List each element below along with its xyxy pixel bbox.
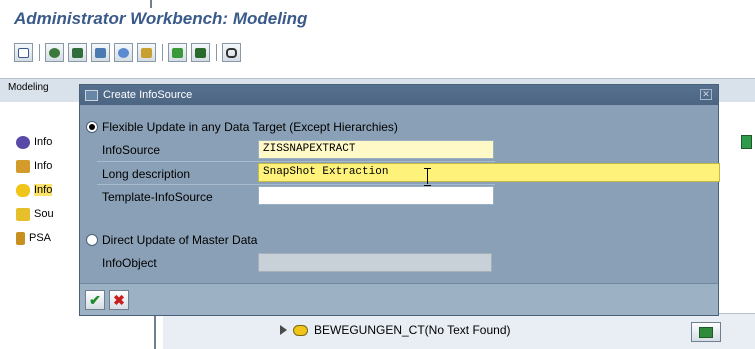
tree-item-psa[interactable]: PSA [16, 230, 51, 246]
infoobject-button[interactable] [45, 43, 64, 62]
tree-item-infoproviders[interactable]: Info [16, 158, 52, 174]
radio-label: Direct Update of Master Data [102, 233, 258, 247]
tree-item-label: PSA [29, 232, 52, 244]
tree-item-label: Info [34, 184, 53, 196]
dialog-titlebar: Create InfoSource ✕ [80, 85, 718, 105]
tab-modeling[interactable]: Modeling [8, 82, 49, 93]
window-icon [85, 89, 98, 101]
infocube-icon [16, 135, 30, 149]
ods-icon [16, 159, 30, 173]
source-system-icon [16, 207, 30, 221]
long-description-label: Long description [102, 167, 191, 181]
checkmark-icon: ✔ [89, 292, 101, 308]
workbench-toolbar [0, 38, 755, 68]
infoprovider-button[interactable] [68, 43, 87, 62]
link-button[interactable] [222, 43, 241, 62]
tree-item-infoobjects[interactable]: Info [16, 134, 52, 150]
cross-icon: ✖ [113, 292, 125, 308]
tree-icon [172, 47, 183, 58]
infoobject-field [258, 253, 492, 272]
radio-button-unselected[interactable] [86, 234, 98, 246]
create-infosource-dialog: Create InfoSource ✕ Flexible Update in a… [79, 84, 720, 316]
infosource-field[interactable]: ZISSNAPEXTRACT [258, 140, 494, 159]
infoprovider-icon [72, 47, 83, 58]
row-divider [97, 184, 495, 185]
layout-button[interactable] [691, 322, 721, 342]
monitor-button[interactable] [191, 43, 210, 62]
link-icon [226, 47, 237, 58]
template-infosource-label: Template-InfoSource [102, 190, 213, 204]
row-divider [97, 161, 495, 162]
monitor-icon [195, 47, 206, 58]
dialog-footer: ✔ ✖ [80, 283, 718, 315]
close-icon[interactable]: ✕ [700, 89, 712, 100]
toggle-tree-button[interactable] [14, 43, 33, 62]
tree-node-label: BEWEGUNGEN_CT(No Text Found) [314, 323, 511, 337]
infoobject-label: InfoObject [102, 256, 157, 270]
infosource-icon [16, 183, 30, 197]
dialog-title: Create InfoSource [103, 89, 193, 101]
psa-icon [16, 231, 25, 245]
layout-icon [699, 326, 713, 338]
infosource-icon [293, 324, 308, 336]
tree-item-label: Info [34, 136, 53, 148]
radio-direct-update[interactable]: Direct Update of Master Data [86, 233, 257, 247]
infoobject-icon [49, 47, 60, 58]
tree-item-infosources[interactable]: Info [16, 182, 53, 198]
template-infosource-field[interactable] [258, 186, 494, 205]
ods-button[interactable] [114, 43, 133, 62]
tree-item-source-systems[interactable]: Sou [16, 206, 54, 222]
confirm-button[interactable]: ✔ [85, 290, 105, 310]
radio-button-selected[interactable] [86, 121, 98, 133]
cube-icon [95, 47, 106, 58]
table-button[interactable] [137, 43, 156, 62]
toolbar-separator [216, 44, 217, 61]
window-icon [18, 47, 29, 58]
long-description-field[interactable]: SnapShot Extraction [258, 163, 720, 182]
page-title: Administrator Workbench: Modeling [14, 9, 308, 28]
tree-item-label: Info [34, 160, 53, 172]
tree-node-bewegungen[interactable]: BEWEGUNGEN_CT(No Text Found) [280, 323, 511, 337]
text-cursor-icon [423, 168, 433, 186]
radio-flexible-update[interactable]: Flexible Update in any Data Target (Exce… [86, 120, 398, 134]
radio-label: Flexible Update in any Data Target (Exce… [102, 120, 398, 134]
toolbar-separator [162, 44, 163, 61]
pane-splitter-top [150, 0, 152, 8]
expand-triangle-icon[interactable] [280, 325, 287, 335]
cancel-button[interactable]: ✖ [109, 290, 129, 310]
tree-item-label: Sou [34, 208, 54, 220]
window-top-strip [0, 0, 755, 8]
database-icon [118, 47, 129, 58]
table-icon [141, 47, 152, 58]
infocube-button[interactable] [91, 43, 110, 62]
status-icon[interactable] [741, 135, 752, 149]
toolbar-separator [39, 44, 40, 61]
hierarchy-button[interactable] [168, 43, 187, 62]
infosource-label: InfoSource [102, 143, 161, 157]
